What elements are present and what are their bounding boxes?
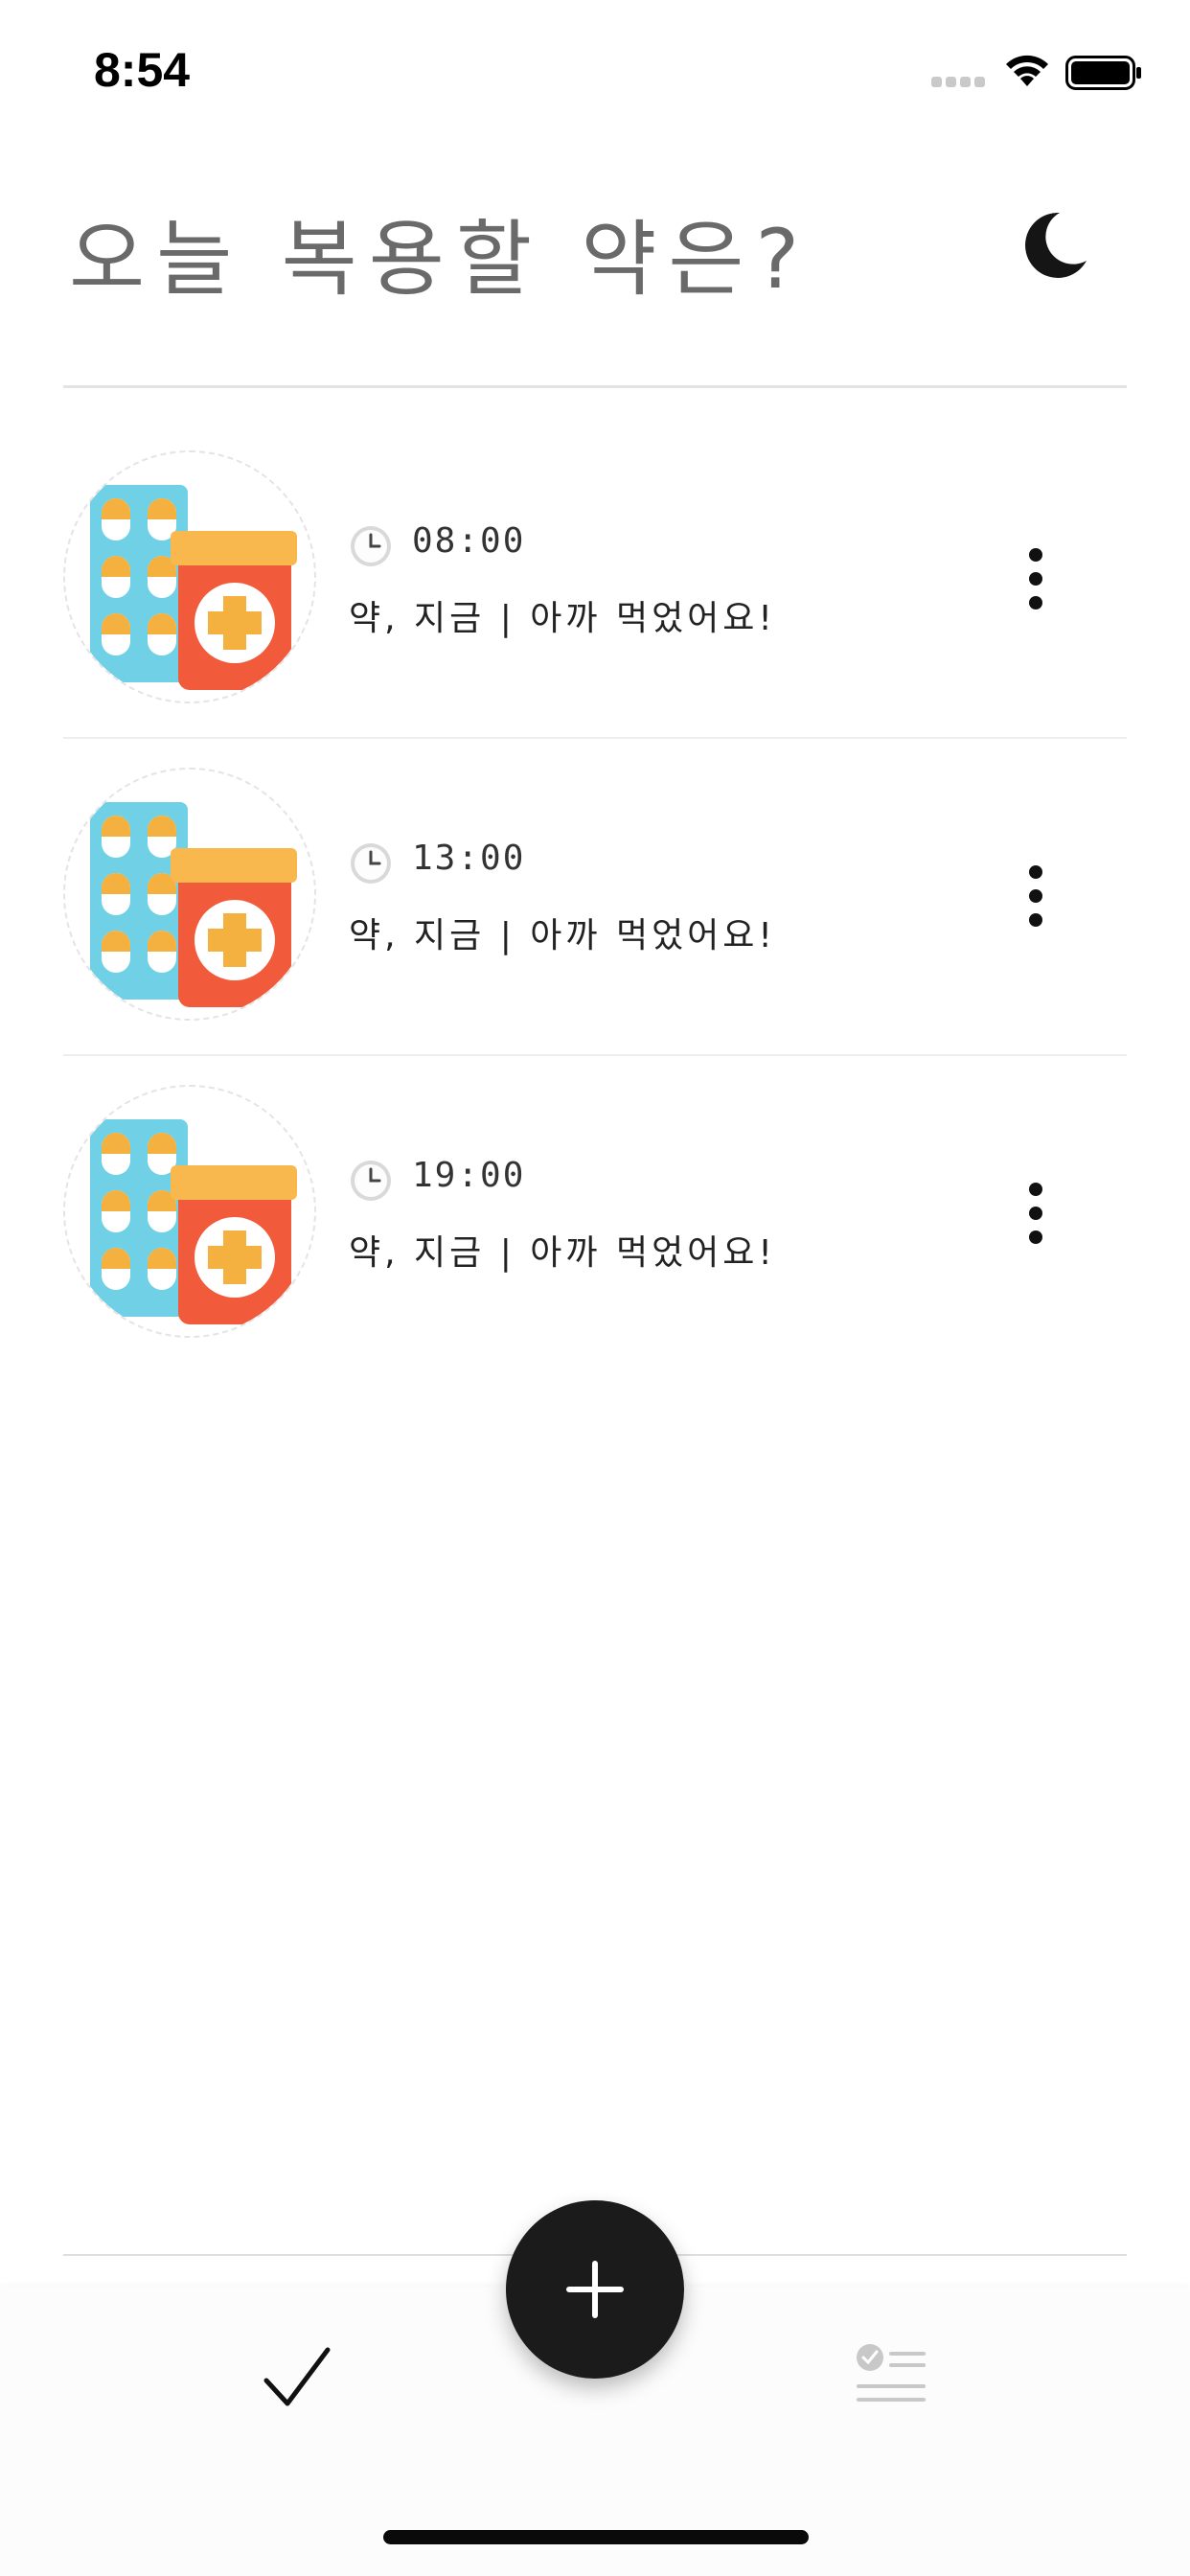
- medication-status-text[interactable]: 약, 지금 | 아까 먹었어요!: [349, 908, 776, 957]
- wifi-icon: [1006, 55, 1048, 86]
- medication-time: 13:00: [412, 839, 526, 878]
- more-options-button[interactable]: [1016, 540, 1054, 617]
- plus-icon: [566, 2261, 624, 2318]
- status-time: 8:54: [94, 43, 191, 97]
- more-options-button[interactable]: [1016, 1175, 1054, 1252]
- home-indicator: [383, 2530, 809, 2544]
- medication-status-text[interactable]: 약, 지금 | 아까 먹었어요!: [349, 590, 776, 640]
- medication-list: 08:00 약, 지금 | 아까 먹었어요! 13:00 약, 지금 | 아까 …: [0, 387, 1190, 1339]
- medicine-bottle-and-pills-icon: [63, 450, 316, 703]
- medication-item[interactable]: 13:00 약, 지금 | 아까 먹었어요!: [0, 704, 1190, 1022]
- medicine-bottle-and-pills-icon: [63, 768, 316, 1021]
- battery-icon: [1065, 56, 1141, 90]
- add-medication-button[interactable]: [506, 2200, 684, 2379]
- more-options-button[interactable]: [1016, 858, 1054, 934]
- clock-icon: [351, 1161, 391, 1201]
- clock-icon: [351, 526, 391, 566]
- medication-item[interactable]: 19:00 약, 지금 | 아까 먹었어요!: [0, 1022, 1190, 1339]
- medicine-bottle-and-pills-icon: [63, 1085, 316, 1338]
- moon-icon[interactable]: [1008, 203, 1094, 289]
- clock-icon: [351, 843, 391, 884]
- checkmark-icon[interactable]: [259, 2340, 335, 2417]
- page-title: 오늘 복용할 약은?: [69, 212, 812, 308]
- checklist-icon[interactable]: [853, 2340, 929, 2417]
- medication-item[interactable]: 08:00 약, 지금 | 아까 먹었어요!: [0, 387, 1190, 704]
- medication-time: 19:00: [412, 1156, 526, 1195]
- status-bar: 8:54: [0, 0, 1190, 144]
- medication-status-text[interactable]: 약, 지금 | 아까 먹었어요!: [349, 1225, 776, 1275]
- cellular-signal-icon: [931, 77, 987, 88]
- medication-time: 08:00: [412, 521, 526, 561]
